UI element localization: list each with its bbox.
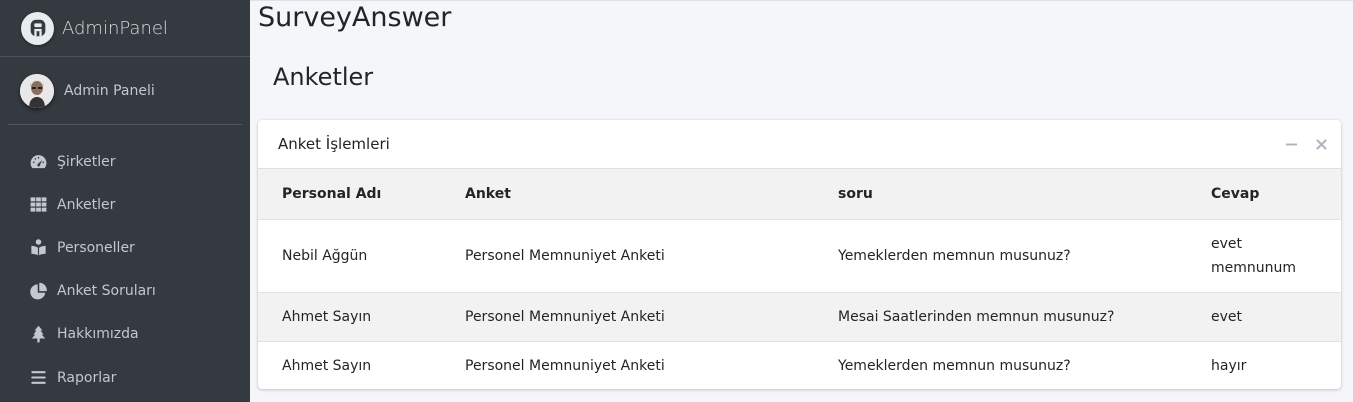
cell-cevap: evet (1211, 291, 1341, 341)
cell-anket: Personel Memnuniyet Anketi (465, 340, 838, 390)
table-header-row: Personal Adı Anket soru Cevap (258, 169, 1341, 220)
cell-anket: Personel Memnuniyet Anketi (465, 291, 838, 341)
column-header-personal: Personal Adı (258, 169, 465, 220)
brand-name: AdminPanel (62, 17, 168, 39)
tachometer-icon (28, 152, 48, 172)
column-header-soru: soru (838, 169, 1211, 220)
cell-personal: Ahmet Sayın (258, 291, 465, 341)
sidebar-item-raporlar[interactable]: Raporlar (0, 356, 250, 399)
sidebar: AdminPanel Admin Paneli Şirketler Anketl… (0, 0, 250, 402)
sidebar-item-anket-sorulari[interactable]: Anket Soruları (0, 270, 250, 313)
sidebar-item-label: Şirketler (57, 153, 116, 170)
user-name: Admin Paneli (64, 82, 155, 99)
survey-answers-table: Personal Adı Anket soru Cevap Nebil Ağgü… (258, 169, 1341, 390)
cell-cevap-text: evet memnunum (1211, 235, 1297, 276)
page-title: Anketler (273, 63, 374, 91)
top-divider (250, 0, 1353, 1)
reader-icon (28, 238, 48, 258)
sidebar-item-label: Raporlar (57, 369, 117, 386)
sidebar-item-personeller[interactable]: Personeller (0, 226, 250, 269)
pie-chart-icon (28, 281, 48, 301)
card-header: Anket İşlemleri (258, 120, 1341, 169)
cell-soru: Mesai Saatlerinden memnun musunuz? (838, 291, 1211, 341)
sidebar-item-sirketler[interactable]: Şirketler (0, 140, 250, 183)
collapse-icon[interactable] (1284, 137, 1298, 151)
brand-link[interactable]: AdminPanel (0, 0, 250, 57)
cell-cevap: hayır (1211, 340, 1341, 390)
cell-soru: Yemeklerden memnun musunuz? (838, 218, 1211, 292)
sidebar-item-label: Personeller (57, 239, 135, 256)
cell-anket: Personel Memnuniyet Anketi (465, 218, 838, 292)
table-row: Nebil Ağgün Personel Memnuniyet Anketi Y… (258, 218, 1341, 292)
sidebar-item-label: Anket Soruları (57, 283, 156, 300)
sidebar-item-label: Hakkımızda (57, 326, 139, 343)
cell-cevap: evet memnunum (1211, 218, 1341, 292)
sidebar-item-anketler[interactable]: Anketler (0, 183, 250, 226)
avatar (20, 73, 54, 108)
card-title: Anket İşlemleri (278, 135, 390, 153)
cell-personal: Nebil Ağgün (258, 218, 465, 292)
main-content: SurveyAnswer Anketler Anket İşlemleri Pe (250, 0, 1353, 402)
sidebar-nav: Şirketler Anketler Personeller Anket Sor… (0, 125, 250, 399)
survey-card: Anket İşlemleri Personal Adı Anket soru (258, 120, 1341, 390)
column-header-anket: Anket (465, 169, 838, 220)
sidebar-item-hakkimizda[interactable]: Hakkımızda (0, 313, 250, 356)
cell-soru: Yemeklerden memnun musunuz? (838, 340, 1211, 390)
user-panel[interactable]: Admin Paneli (8, 57, 242, 125)
grid-icon (28, 195, 48, 215)
sidebar-item-label: Anketler (57, 196, 116, 213)
table-row: Ahmet Sayın Personel Memnuniyet Anketi M… (258, 291, 1341, 341)
close-icon[interactable] (1314, 137, 1328, 151)
table-row: Ahmet Sayın Personel Memnuniyet Anketi Y… (258, 340, 1341, 390)
app-title: SurveyAnswer (258, 2, 452, 33)
cell-personal: Ahmet Sayın (258, 340, 465, 390)
tree-icon (28, 324, 48, 344)
brand-logo-icon (21, 11, 54, 45)
column-header-cevap: Cevap (1211, 169, 1341, 220)
card-tools (1284, 137, 1328, 151)
list-icon (28, 368, 48, 388)
